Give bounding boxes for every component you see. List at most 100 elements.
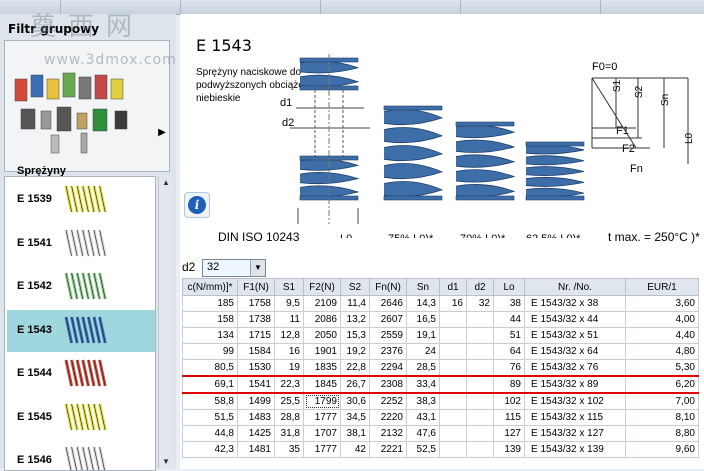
table-cell[interactable]: 32 (466, 295, 494, 312)
table-row[interactable]: 185 1758 9,5 2109 11,4 2646 14,3 16 32 38 E 1543/3… (182, 295, 699, 312)
table-cell[interactable]: 139 (493, 441, 525, 458)
table-cell[interactable]: 42 (340, 441, 370, 458)
table-cell[interactable]: 2132 (369, 425, 407, 442)
list-item[interactable]: E 1543 (7, 309, 155, 352)
table-cell[interactable]: 44 (493, 311, 525, 328)
toolbar-segment[interactable] (320, 0, 461, 14)
table-cell[interactable]: E 1543/32 x 89 (524, 375, 626, 394)
table-cell[interactable]: E 1543/32 x 139 (524, 441, 626, 458)
table-cell[interactable]: 1835 (303, 359, 341, 377)
table-cell[interactable]: E 1543/32 x 51 (524, 327, 626, 344)
list-item[interactable]: E 1541 (7, 223, 155, 265)
chevron-right-icon[interactable]: ▶ (153, 121, 171, 145)
table-cell[interactable]: 1777 (303, 441, 341, 458)
table-cell[interactable]: 1738 (237, 311, 275, 328)
table-cell[interactable]: 2376 (369, 343, 407, 360)
table-cell[interactable] (439, 425, 467, 442)
table-cell[interactable]: 24 (406, 343, 440, 360)
table-row[interactable]: 80,5 1530 19 1835 22,8 2294 28,5 76 E 1543/32 x … (182, 359, 699, 377)
table-cell[interactable]: 12,8 (274, 327, 304, 344)
table-cell[interactable] (466, 409, 494, 426)
list-scrollbar[interactable]: ▲ ▼ (158, 176, 173, 469)
table-cell[interactable]: E 1543/32 x 44 (524, 311, 626, 328)
table-cell[interactable]: 69,1 (182, 375, 238, 394)
table-cell[interactable]: 31,8 (274, 425, 304, 442)
table-cell[interactable]: E 1543/32 x 38 (524, 295, 626, 312)
column-header[interactable]: Nr. /No. (524, 278, 626, 296)
table-cell[interactable]: 25,5 (274, 392, 304, 410)
table-cell[interactable]: 34,5 (340, 409, 370, 426)
table-cell[interactable]: 2109 (303, 295, 341, 312)
table-cell[interactable]: 11,4 (340, 295, 370, 312)
table-cell[interactable]: 38,1 (340, 425, 370, 442)
column-header[interactable]: c(N/mm)]* (182, 278, 238, 296)
table-cell[interactable]: 38,3 (406, 392, 440, 410)
table-cell[interactable] (466, 392, 494, 410)
table-cell[interactable]: 4,40 (625, 327, 699, 344)
column-header[interactable]: S1 (274, 278, 304, 296)
table-cell[interactable]: 2646 (369, 295, 407, 312)
table-cell[interactable]: 89 (493, 375, 525, 394)
table-row[interactable]: 42,3 1481 35 1777 42 2221 52,5 139 E 1543/32 x 1… (182, 441, 699, 458)
table-cell[interactable]: 16 (439, 295, 467, 312)
table-cell[interactable]: 19,2 (340, 343, 370, 360)
table-cell[interactable]: 22,8 (340, 359, 370, 377)
table-cell[interactable]: E 1543/32 x 127 (524, 425, 626, 442)
table-cell[interactable]: 47,6 (406, 425, 440, 442)
table-cell[interactable]: 30,6 (340, 392, 370, 410)
list-item[interactable]: E 1544 (7, 353, 155, 395)
list-item[interactable]: E 1542 (7, 266, 155, 308)
table-cell[interactable]: E 1543/32 x 76 (524, 359, 626, 377)
table-cell[interactable]: 33,4 (406, 375, 440, 394)
table-cell[interactable]: 1777 (303, 409, 341, 426)
column-header[interactable]: Fn(N) (369, 278, 407, 296)
table-cell[interactable]: 1799 (303, 392, 341, 410)
table-cell[interactable]: 1483 (237, 409, 275, 426)
table-cell[interactable] (466, 327, 494, 344)
table-cell[interactable]: 52,5 (406, 441, 440, 458)
table-cell[interactable] (439, 327, 467, 344)
table-cell[interactable]: 64 (493, 343, 525, 360)
table-cell[interactable]: 2294 (369, 359, 407, 377)
info-button[interactable]: i (184, 192, 210, 218)
list-item[interactable]: E 1545 (7, 397, 155, 439)
table-cell[interactable]: 2221 (369, 441, 407, 458)
table-cell[interactable]: 4,80 (625, 343, 699, 360)
table-cell[interactable]: 3,60 (625, 295, 699, 312)
table-row[interactable]: 134 1715 12,8 2050 15,3 2559 19,1 51 E 1543/32 x… (182, 327, 699, 344)
table-cell[interactable]: 1499 (237, 392, 275, 410)
table-cell[interactable]: 51,5 (182, 409, 238, 426)
table-cell[interactable]: 51 (493, 327, 525, 344)
table-cell[interactable] (439, 409, 467, 426)
table-row[interactable]: 58,8 1499 25,5 1799 30,6 2252 38,3 102 E 1543/32… (182, 392, 699, 410)
table-row[interactable]: 69,1 1541 22,3 1845 26,7 2308 33,4 89 E 1543/32 … (182, 375, 699, 394)
table-cell[interactable]: 9,60 (625, 441, 699, 458)
table-cell[interactable] (439, 359, 467, 377)
table-cell[interactable]: 76 (493, 359, 525, 377)
table-cell[interactable]: 16 (274, 343, 304, 360)
table-cell[interactable]: E 1543/32 x 115 (524, 409, 626, 426)
table-cell[interactable]: 4,00 (625, 311, 699, 328)
table-cell[interactable]: 14,3 (406, 295, 440, 312)
table-cell[interactable]: 102 (493, 392, 525, 410)
table-cell[interactable] (466, 343, 494, 360)
table-cell[interactable]: 1707 (303, 425, 341, 442)
table-cell[interactable] (439, 375, 467, 394)
table-cell[interactable]: 1715 (237, 327, 275, 344)
column-header[interactable]: S2 (340, 278, 370, 296)
table-cell[interactable]: 38 (493, 295, 525, 312)
table-cell[interactable]: 19,1 (406, 327, 440, 344)
column-header[interactable]: F2(N) (303, 278, 341, 296)
table-cell[interactable]: 13,2 (340, 311, 370, 328)
scroll-down-icon[interactable]: ▼ (159, 455, 173, 469)
chevron-down-icon[interactable]: ▼ (250, 260, 265, 276)
table-cell[interactable]: E 1543/32 x 64 (524, 343, 626, 360)
table-cell[interactable]: 11 (274, 311, 304, 328)
table-cell[interactable]: 1530 (237, 359, 275, 377)
column-header[interactable]: Lo (493, 278, 525, 296)
table-cell[interactable]: 80,5 (182, 359, 238, 377)
table-cell[interactable]: 134 (182, 327, 238, 344)
toolbar-segment[interactable] (180, 0, 321, 14)
table-cell[interactable]: 19 (274, 359, 304, 377)
table-cell[interactable]: 28,5 (406, 359, 440, 377)
